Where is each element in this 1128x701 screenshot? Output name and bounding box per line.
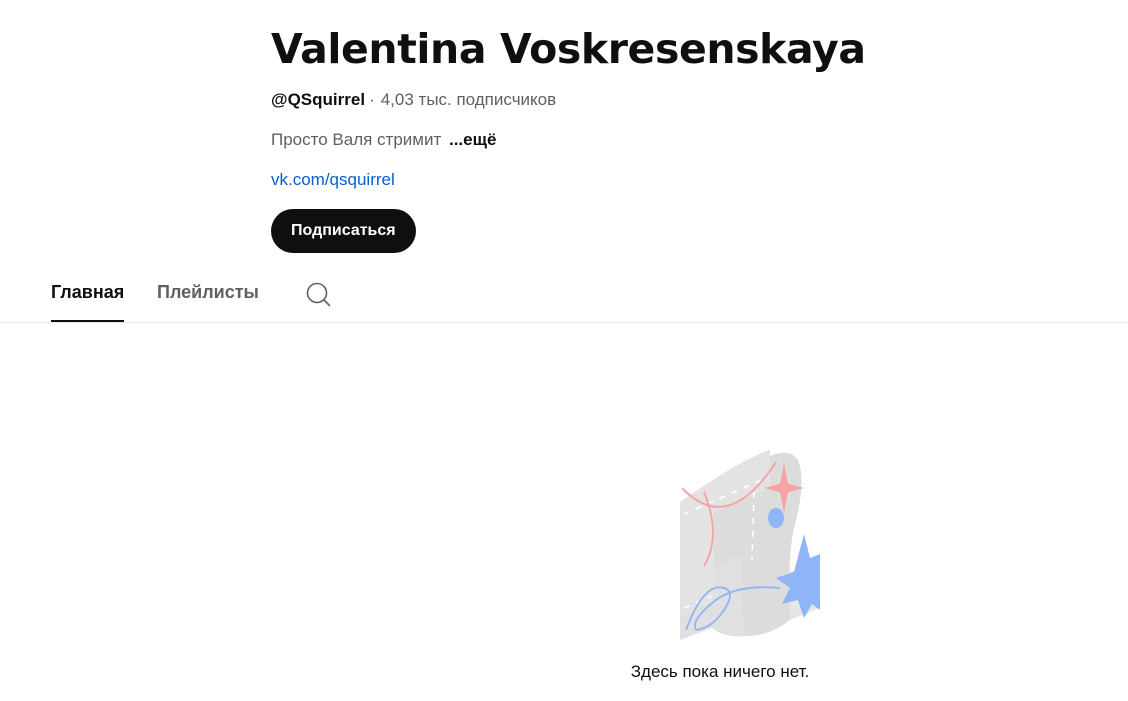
more-button[interactable]: ...ещё (449, 130, 496, 149)
channel-meta: @QSquirrel · 4,03 тыс. подписчиков (271, 88, 1071, 112)
channel-description[interactable]: Просто Валя стримит ...ещё (271, 128, 1071, 152)
channel-link[interactable]: vk.com/qsquirrel (271, 170, 395, 189)
empty-state: Здесь пока ничего нет. (560, 440, 880, 684)
tab-home[interactable]: Главная (51, 270, 125, 322)
tab-playlists[interactable]: Плейлисты (157, 270, 259, 320)
channel-tabs: Главная Плейлисты (0, 270, 1128, 323)
subscribe-button[interactable]: Подписаться (271, 209, 416, 253)
channel-links: vk.com/qsquirrel (271, 168, 1071, 192)
empty-state-illustration (680, 450, 820, 640)
search-icon[interactable] (303, 279, 333, 309)
channel-header: Valentina Voskresenskaya @QSquirrel · 4,03… (271, 22, 1071, 253)
channel-handle[interactable]: @QSquirrel (271, 90, 365, 109)
channel-name: Valentina Voskresenskaya (271, 25, 866, 73)
description-text: Просто Валя стримит (271, 130, 442, 149)
subscriber-count: 4,03 тыс. подписчиков (380, 90, 557, 109)
empty-state-text: Здесь пока ничего нет. (630, 662, 810, 681)
meta-separator: · (369, 90, 375, 109)
